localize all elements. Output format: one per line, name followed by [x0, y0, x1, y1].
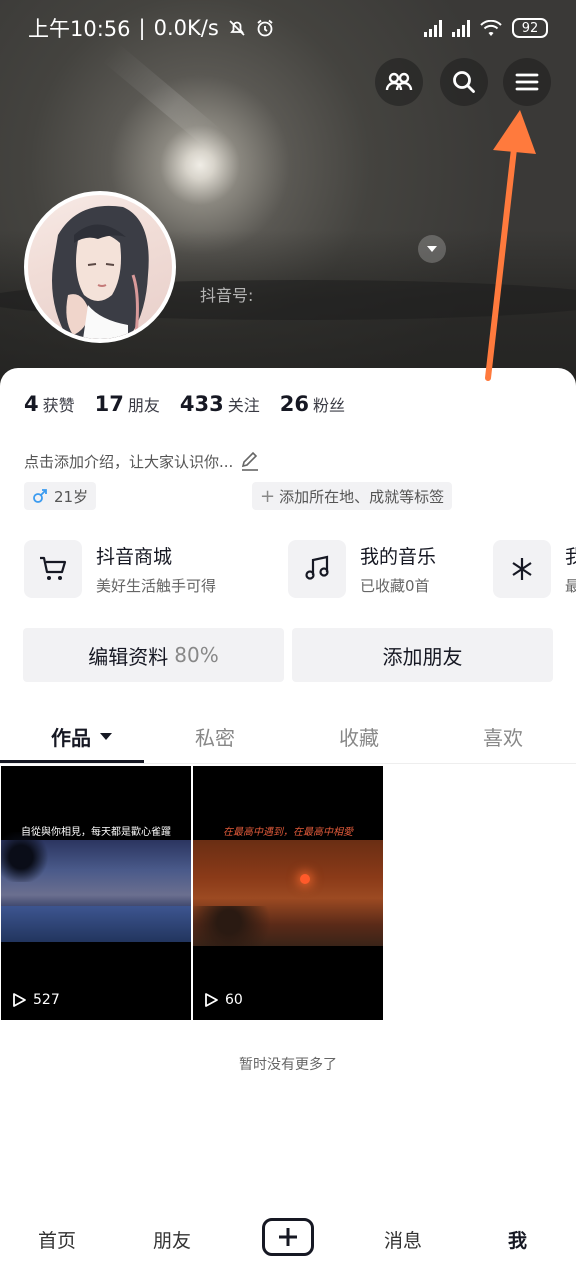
- tab-likes[interactable]: 喜欢: [483, 722, 523, 751]
- stat-friends[interactable]: 17 朋友: [95, 392, 160, 416]
- search-button[interactable]: [440, 58, 488, 106]
- stat-followers-number: 26: [279, 392, 309, 416]
- intro-text: 点击添加介绍，让大家认识你...: [24, 452, 234, 471]
- status-divider: |: [138, 16, 146, 40]
- feature-mall-subtitle: 美好生活触手可得: [96, 577, 217, 595]
- play-icon: [13, 993, 26, 1007]
- profile-completion-percent: 80%: [174, 643, 219, 667]
- feature-music-subtitle: 已收藏0首: [360, 577, 430, 595]
- content-tabs: 作品 私密 收藏 喜欢: [0, 712, 576, 764]
- add-tags-chip[interactable]: + 添加所在地、成就等标签: [252, 482, 453, 510]
- search-icon: [453, 71, 475, 93]
- nav-home[interactable]: 首页: [38, 1226, 76, 1253]
- status-bar: 上午10:56 | 0.0K/s 92: [0, 0, 576, 56]
- palm-shadow: [1, 832, 51, 882]
- age-gender-chip[interactable]: 21岁: [24, 482, 97, 510]
- create-post-button[interactable]: [262, 1218, 314, 1256]
- profile-stats: 4 获赞 17 朋友 433 关注 26 粉丝: [24, 392, 345, 416]
- hamburger-menu-icon: [515, 73, 539, 91]
- stat-following[interactable]: 433 关注: [180, 392, 260, 416]
- feature-partial[interactable]: 我 最: [493, 540, 576, 598]
- video-caption: 自從與你相見，每天都是歡心雀躍: [21, 827, 171, 838]
- light-beam-decoration: [102, 42, 225, 152]
- friends-icon: [385, 72, 413, 91]
- edit-profile-label: 编辑资料: [88, 644, 169, 669]
- feature-douyin-mall[interactable]: 抖音商城 美好生活触手可得: [24, 540, 216, 598]
- tab-favorites[interactable]: 收藏: [339, 722, 379, 751]
- music-note-icon: [288, 540, 346, 598]
- caret-down-icon: [100, 733, 112, 740]
- avatar-illustration: [52, 205, 149, 339]
- edit-profile-button[interactable]: 编辑资料 80%: [23, 628, 284, 682]
- bottom-navigation: 首页 朋友 消息 我: [0, 1196, 576, 1280]
- alarm-clock-icon: [255, 18, 275, 38]
- feature-partial-title: 我: [565, 546, 576, 568]
- sparkle-icon: [493, 540, 551, 598]
- tab-works[interactable]: 作品: [51, 722, 113, 751]
- video-thumbnail[interactable]: 在最高中遇到，在最高中相愛 60: [193, 766, 383, 1020]
- menu-button[interactable]: [503, 58, 551, 106]
- stat-likes-label: 获赞: [42, 396, 75, 415]
- status-net-speed: 0.0K/s: [153, 16, 219, 40]
- add-intro-link[interactable]: 点击添加介绍，让大家认识你...: [24, 450, 261, 472]
- status-time: 上午10:56: [28, 17, 131, 41]
- account-switch-button[interactable]: [418, 235, 446, 263]
- stat-followers-label: 粉丝: [312, 396, 345, 415]
- wifi-icon: [480, 19, 502, 37]
- active-tab-indicator: [0, 760, 144, 763]
- male-symbol-icon: [33, 489, 47, 503]
- play-count-text: 60: [225, 992, 243, 1008]
- nav-friends[interactable]: 朋友: [153, 1226, 191, 1253]
- sea-layer: [1, 906, 191, 942]
- stat-following-label: 关注: [227, 396, 260, 415]
- signal-1-icon: [424, 19, 442, 37]
- play-count-text: 527: [33, 992, 60, 1008]
- nav-me[interactable]: 我: [508, 1226, 527, 1253]
- tab-works-label: 作品: [51, 726, 91, 750]
- nav-messages[interactable]: 消息: [384, 1226, 422, 1253]
- play-icon: [205, 993, 218, 1007]
- caret-down-icon: [427, 246, 437, 252]
- stat-followers[interactable]: 26 粉丝: [280, 392, 345, 416]
- play-count: 60: [203, 992, 243, 1008]
- sun-decoration: [300, 874, 310, 884]
- pencil-icon: [242, 451, 259, 471]
- video-thumbnail[interactable]: 自從與你相見，每天都是歡心雀躍 527: [1, 766, 191, 1020]
- stat-friends-label: 朋友: [127, 396, 160, 415]
- plus-icon: +: [260, 485, 276, 507]
- tab-private[interactable]: 私密: [195, 722, 235, 751]
- feature-partial-subtitle: 最: [565, 577, 576, 595]
- stat-likes-number: 4: [24, 392, 39, 416]
- stat-following-number: 433: [179, 392, 224, 416]
- add-tags-text: 添加所在地、成就等标签: [279, 487, 445, 506]
- add-friend-label: 添加朋友: [382, 644, 463, 669]
- add-friend-button[interactable]: 添加朋友: [292, 628, 553, 682]
- friends-button[interactable]: [375, 58, 423, 106]
- feature-music-title: 我的音乐: [360, 546, 437, 568]
- feature-my-music[interactable]: 我的音乐 已收藏0首: [288, 540, 436, 598]
- plus-icon: [279, 1228, 297, 1246]
- stat-friends-number: 17: [94, 392, 124, 416]
- no-more-content-text: 暂时没有更多了: [239, 1057, 337, 1073]
- douyin-id-label: 抖音号:: [200, 286, 254, 305]
- play-count: 527: [11, 992, 60, 1008]
- battery-indicator: 92: [512, 18, 548, 38]
- age-text: 21岁: [54, 487, 89, 506]
- tree-silhouette: [193, 906, 283, 946]
- avatar[interactable]: [24, 191, 176, 343]
- video-caption: 在最高中遇到，在最高中相愛: [223, 827, 353, 838]
- feature-mall-title: 抖音商城: [96, 546, 173, 568]
- mute-bell-icon: [227, 18, 247, 38]
- signal-2-icon: [452, 19, 470, 37]
- stat-likes[interactable]: 4 获赞: [24, 392, 75, 416]
- shopping-cart-icon: [24, 540, 82, 598]
